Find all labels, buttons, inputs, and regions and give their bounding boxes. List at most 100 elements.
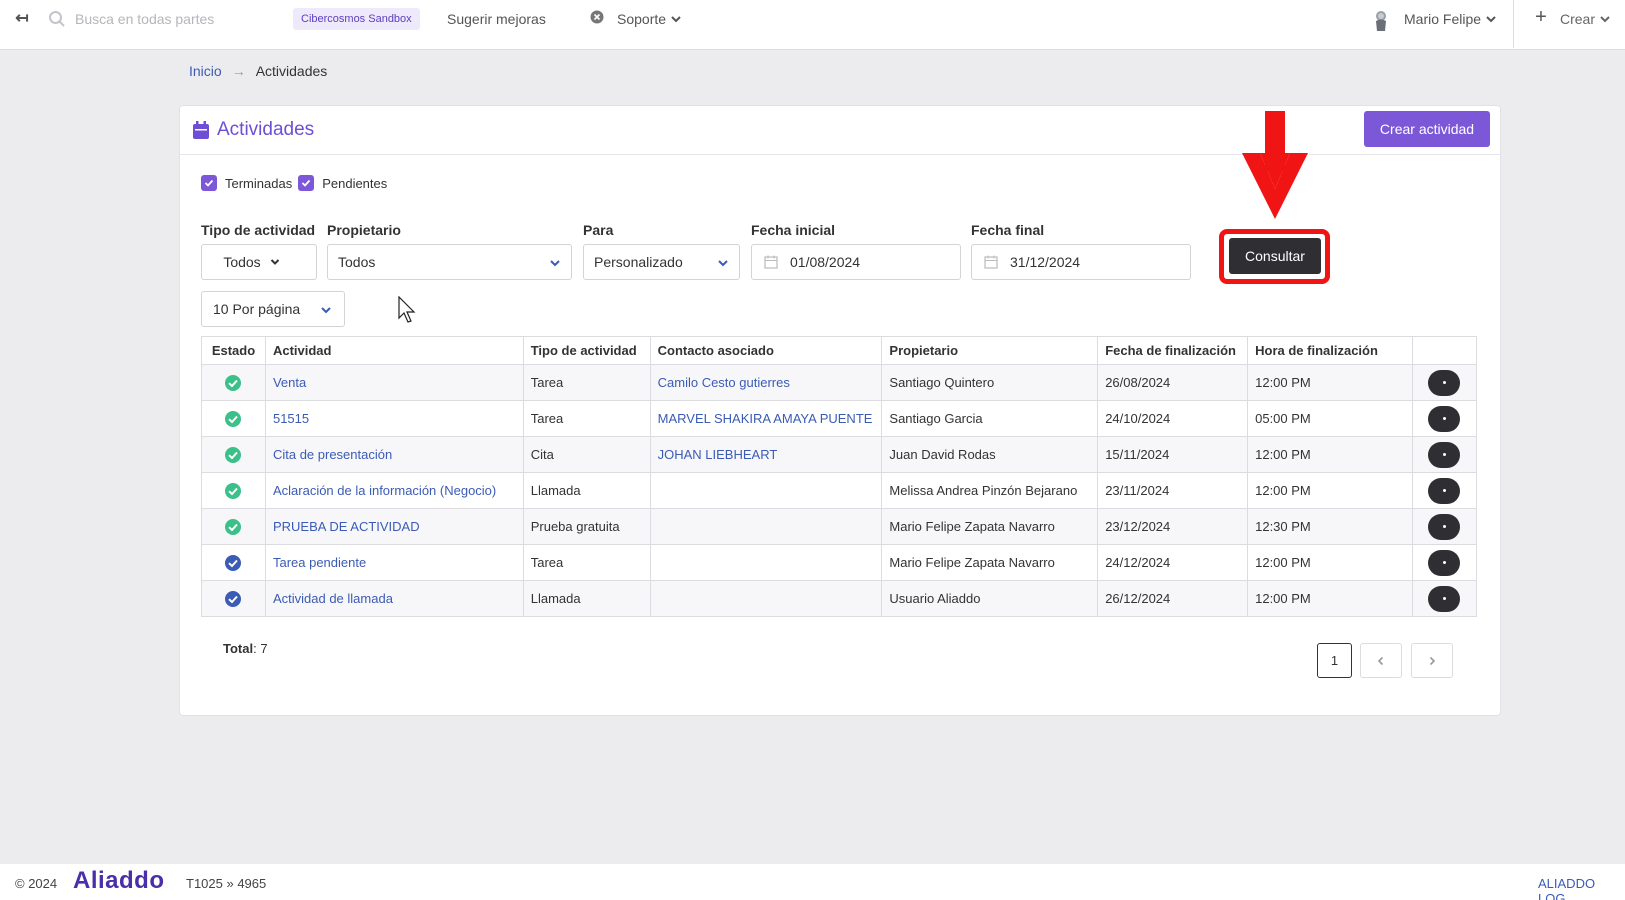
- version-text: T1025 » 4965: [186, 876, 267, 891]
- pending-checkbox[interactable]: [298, 175, 315, 191]
- next-page-button[interactable]: [1411, 643, 1453, 678]
- col-header-activity[interactable]: Actividad: [264, 336, 524, 365]
- breadcrumb-home-link[interactable]: Inicio: [189, 63, 222, 79]
- status-cell: [201, 364, 266, 401]
- row-actions-button[interactable]: [1428, 441, 1461, 468]
- search-input[interactable]: [75, 8, 275, 30]
- activity-cell[interactable]: Cita de presentación: [264, 436, 524, 473]
- actions-cell: [1411, 436, 1478, 473]
- contact-link[interactable]: JOHAN LIEBHEART: [658, 447, 778, 462]
- activity-cell[interactable]: 51515: [264, 400, 524, 437]
- pending-status-icon: [225, 554, 242, 571]
- contact-link[interactable]: MARVEL SHAKIRA AMAYA PUENTE: [658, 411, 873, 426]
- row-actions-button[interactable]: [1428, 405, 1461, 432]
- per-page-select[interactable]: 10 Por página: [201, 291, 345, 327]
- activity-cell[interactable]: Tarea pendiente: [264, 544, 524, 581]
- status-cell: [201, 544, 266, 581]
- activity-cell[interactable]: PRUEBA DE ACTIVIDAD: [264, 508, 524, 545]
- col-header-contact[interactable]: Contacto asociado: [649, 336, 883, 365]
- row-actions-button[interactable]: [1428, 477, 1461, 504]
- owner-cell: Juan David Rodas: [881, 436, 1099, 473]
- kebab-icon: [1442, 417, 1446, 420]
- red-arrow-annotation: [1242, 111, 1308, 219]
- activity-cell[interactable]: Venta: [264, 364, 524, 401]
- support-icon: [590, 10, 604, 24]
- page-title-text: Actividades: [217, 119, 315, 140]
- contact-link[interactable]: Camilo Cesto gutierres: [658, 375, 790, 390]
- activity-link[interactable]: Aclaración de la información (Negocio): [273, 483, 496, 498]
- table-row: 51515 Tarea MARVEL SHAKIRA AMAYA PUENTE …: [201, 400, 1478, 437]
- mouse-cursor-icon: [398, 296, 416, 323]
- top-bar: ↤ Cibercosmos Sandbox Sugerir mejoras So…: [0, 0, 1625, 50]
- actions-cell: [1411, 364, 1478, 401]
- suggest-improvements-link[interactable]: Sugerir mejoras: [447, 9, 546, 29]
- owner-select[interactable]: Todos: [327, 244, 572, 280]
- col-header-time[interactable]: Hora de finalización: [1247, 336, 1413, 365]
- chevron-down-icon: [321, 307, 331, 314]
- row-actions-button[interactable]: [1428, 369, 1461, 396]
- page-1-button[interactable]: 1: [1317, 643, 1352, 678]
- completed-status-icon: [225, 410, 242, 427]
- plus-icon[interactable]: +: [1533, 6, 1549, 28]
- pending-checkbox-label: Pendientes: [322, 175, 388, 191]
- row-actions-button[interactable]: [1428, 585, 1461, 612]
- col-header-owner[interactable]: Propietario: [881, 336, 1099, 365]
- activity-link[interactable]: PRUEBA DE ACTIVIDAD: [273, 519, 420, 534]
- row-actions-button[interactable]: [1428, 549, 1461, 576]
- page-title: Actividades: [193, 119, 314, 141]
- avatar[interactable]: [1372, 9, 1390, 33]
- activity-link[interactable]: Tarea pendiente: [273, 555, 366, 570]
- actions-cell: [1411, 472, 1478, 509]
- col-header-type[interactable]: Tipo de actividad: [522, 336, 651, 365]
- owner-cell: Melissa Andrea Pinzón Bejarano: [881, 472, 1099, 509]
- sandbox-badge[interactable]: Cibercosmos Sandbox: [293, 8, 420, 30]
- create-activity-button[interactable]: Crear actividad: [1364, 111, 1490, 147]
- kebab-icon: [1442, 489, 1446, 492]
- chevron-down-icon: [1486, 16, 1496, 23]
- col-header-date[interactable]: Fecha de finalización: [1097, 336, 1249, 365]
- activity-link[interactable]: Cita de presentación: [273, 447, 392, 462]
- table-header-row: Estado Actividad Tipo de actividad Conta…: [201, 336, 1478, 365]
- table-row: Aclaración de la información (Negocio) L…: [201, 472, 1478, 509]
- end-date-value: 31/12/2024: [1010, 254, 1081, 270]
- status-cell: [201, 436, 266, 473]
- start-date-field[interactable]: 01/08/2024: [751, 244, 961, 280]
- activity-link[interactable]: 51515: [273, 411, 309, 426]
- row-actions-button[interactable]: [1428, 513, 1461, 540]
- time-cell: 12:00 PM: [1247, 364, 1413, 401]
- contact-cell: JOHAN LIEBHEART: [649, 436, 883, 473]
- aliaddo-log-link[interactable]: ALIADDO LOG: [1538, 876, 1625, 900]
- completed-status-icon: [225, 374, 242, 391]
- time-cell: 12:00 PM: [1247, 472, 1413, 509]
- completed-status-icon: [225, 518, 242, 535]
- breadcrumb-separator: →: [231, 63, 246, 79]
- topbar-divider: [1513, 0, 1514, 48]
- type-cell: Tarea: [522, 364, 651, 401]
- create-menu[interactable]: Crear: [1560, 9, 1611, 29]
- activity-link[interactable]: Venta: [273, 375, 306, 390]
- consult-button[interactable]: Consultar: [1229, 238, 1321, 274]
- user-menu[interactable]: Mario Felipe: [1404, 9, 1497, 29]
- time-cell: 05:00 PM: [1247, 400, 1413, 437]
- activity-cell[interactable]: Actividad de llamada: [264, 580, 524, 617]
- chevron-left-icon: [1377, 656, 1384, 665]
- total-count: Total: 7: [223, 641, 268, 656]
- total-label: Total: [223, 641, 254, 656]
- chevron-down-icon: [671, 16, 681, 23]
- support-label: Soporte: [617, 11, 667, 27]
- user-name: Mario Felipe: [1404, 11, 1482, 27]
- for-select[interactable]: Personalizado: [583, 244, 740, 280]
- calendar-icon: [193, 121, 209, 139]
- prev-page-button[interactable]: [1360, 643, 1402, 678]
- activity-cell[interactable]: Aclaración de la información (Negocio): [264, 472, 524, 509]
- col-header-status[interactable]: Estado: [201, 336, 266, 365]
- type-cell: Tarea: [522, 400, 651, 437]
- collapse-sidebar-icon[interactable]: ↤: [10, 8, 34, 28]
- end-date-field[interactable]: 31/12/2024: [971, 244, 1191, 280]
- support-menu[interactable]: Soporte: [617, 9, 682, 29]
- time-cell: 12:00 PM: [1247, 436, 1413, 473]
- activity-type-select[interactable]: Todos: [201, 244, 317, 280]
- activity-link[interactable]: Actividad de llamada: [273, 591, 393, 606]
- done-checkbox[interactable]: [201, 175, 217, 191]
- activity-type-label: Tipo de actividad: [201, 222, 316, 238]
